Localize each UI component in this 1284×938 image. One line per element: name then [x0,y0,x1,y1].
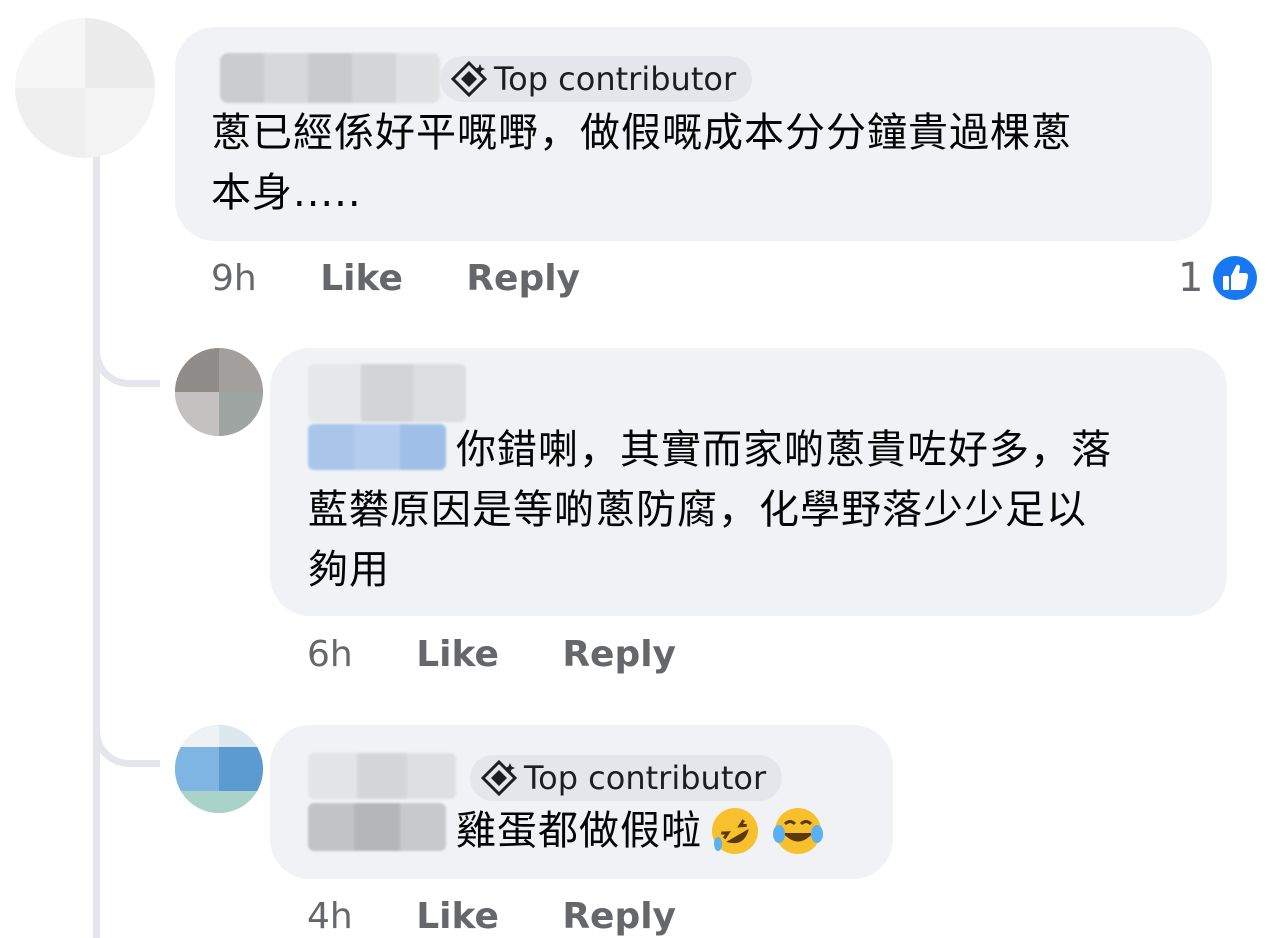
comment-actions: 6h Like Reply [307,634,676,675]
like-button[interactable]: Like [416,896,499,937]
face-with-tears-of-joy-emoji-icon [773,808,823,854]
author-name-line2[interactable] [308,803,446,851]
timestamp[interactable]: 6h [307,634,353,675]
comment-text: 蔥已經係好平嘅嘢，做假嘅成本分分鐘貴過棵蔥 本身..... [211,110,1072,216]
badge-label: Top contributor [494,60,737,98]
comment-bubble: Top contributor 雞蛋都做假啦 [270,725,893,879]
rolling-on-floor-laughing-emoji-icon [712,808,758,854]
like-button[interactable]: Like [416,634,499,675]
comment-text: 你錯喇，其實而家啲蔥貴咗好多，落 藍礬原因是等啲蔥防腐，化學野落少少足以 夠用 [308,427,1112,593]
like-reaction-icon [1210,253,1261,303]
top-contributor-badge[interactable]: Top contributor [470,755,783,801]
author-name[interactable] [308,364,466,422]
comment-bubble: 你錯喇，其實而家啲蔥貴咗好多，落 藍礬原因是等啲蔥防腐，化學野落少少足以 夠用 [270,348,1227,616]
diamond-badge-icon [450,60,488,98]
comment-actions: 9h Like Reply [211,258,580,299]
comment-actions: 4h Like Reply [307,896,676,937]
reaction-count: 1 [1178,255,1204,301]
timestamp[interactable]: 9h [211,258,257,299]
author-name[interactable] [308,753,456,799]
reply-button[interactable]: Reply [562,634,676,675]
like-button[interactable]: Like [320,258,403,299]
author-name[interactable] [220,53,440,103]
avatar[interactable] [175,725,263,813]
thread-branch-2 [93,680,160,767]
comment-text: 雞蛋都做假啦 [456,801,826,861]
thread-branch-1 [93,300,160,387]
avatar[interactable] [15,18,155,158]
reaction-summary[interactable]: 1 [1178,252,1261,304]
comment-bubble: Top contributor 蔥已經係好平嘅嘢，做假嘅成本分分鐘貴過棵蔥 本身… [175,27,1212,241]
top-contributor-badge[interactable]: Top contributor [440,56,753,102]
reply-button[interactable]: Reply [466,258,580,299]
reply-button[interactable]: Reply [562,896,676,937]
avatar[interactable] [175,348,263,436]
badge-label: Top contributor [524,759,767,797]
diamond-badge-icon [480,759,518,797]
thread-line [93,150,100,938]
timestamp[interactable]: 4h [307,896,353,937]
